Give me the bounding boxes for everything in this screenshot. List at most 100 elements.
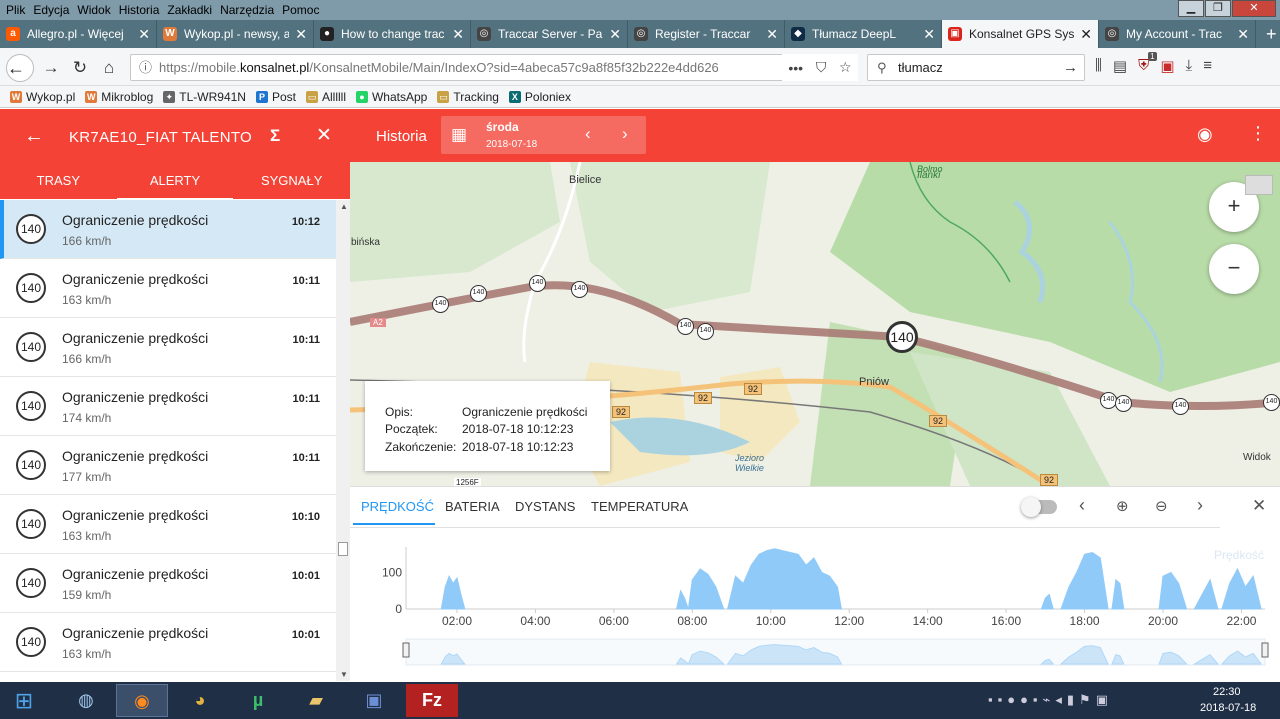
hamburger-menu-icon[interactable]: ≡ [1203,57,1212,75]
bookmark-item[interactable]: ● WhatsApp [355,90,427,104]
calendar-icon[interactable]: ▦ [451,125,467,145]
new-tab-button[interactable]: + [1256,20,1277,48]
close-tab-icon[interactable]: ✕ [295,26,307,43]
bookmark-star-icon[interactable]: ☆ [839,59,852,76]
navigator-left-handle[interactable] [402,642,410,658]
maximize-button[interactable]: ❐ [1205,0,1231,17]
bookmark-item[interactable]: ▭ Allllll [305,90,346,104]
menu-item[interactable]: Widok [77,3,110,17]
taskbar-app-icon[interactable]: ◍ [60,684,112,717]
speed-marker-main[interactable]: 140 [886,321,918,353]
close-tab-icon[interactable]: ✕ [452,26,464,43]
speed-marker[interactable]: 140 [1172,398,1189,415]
bookmark-item[interactable]: W Wykop.pl [10,90,75,104]
back-arrow-icon[interactable]: ← [24,125,44,148]
sidebar-icon[interactable]: ▤ [1113,57,1127,75]
scroll-up-icon[interactable]: ▲ [340,202,348,211]
pocket-icon[interactable]: ⛉ [816,59,827,76]
next-day-icon[interactable]: › [622,124,628,144]
close-tab-icon[interactable]: ✕ [609,26,621,43]
speed-marker[interactable]: 140 [697,323,714,340]
tab-alerty[interactable]: ALERTY [116,170,234,200]
speed-marker[interactable]: 140 [432,296,449,313]
menu-item[interactable]: Historia [119,3,160,17]
browser-tab[interactable]: ▣ Konsalnet GPS Syst ✕ [942,20,1099,48]
save-taskbar-icon[interactable]: ▣ [348,684,400,717]
scroll-thumb[interactable] [338,542,348,556]
menu-item[interactable]: Zakładki [167,3,212,17]
bookmark-item[interactable]: ▭ Tracking [437,90,499,104]
close-tab-icon[interactable]: ✕ [923,26,935,43]
list-scrollbar[interactable] [336,200,350,681]
close-window-button[interactable]: ✕ [1232,0,1276,17]
search-go-icon[interactable]: → [1063,55,1078,80]
speed-marker[interactable]: 140 [1263,394,1280,411]
search-input[interactable]: ⚲ tłumacz → [867,54,1085,81]
download-icon[interactable]: ⤓ [1186,57,1193,75]
bookmark-item[interactable]: P Post [255,90,296,104]
menu-item[interactable]: Edycja [33,3,69,17]
close-tab-icon[interactable]: ✕ [1080,26,1092,43]
speed-marker[interactable]: 140 [571,281,588,298]
reload-button[interactable]: ↻ [68,57,92,79]
bookmark-item[interactable]: W Mikroblog [85,90,153,104]
browser-tab[interactable]: ● How to change trac ✕ [314,20,471,48]
browser-tab[interactable]: a Allegro.pl - Więcej ✕ [0,20,157,48]
ublock-icon[interactable]: ⛨ 1 [1138,52,1157,75]
utorrent-taskbar-icon[interactable]: µ [232,684,284,717]
browser-tab[interactable]: ◎ Traccar Server - Pa ✕ [471,20,628,48]
close-tab-icon[interactable]: ✕ [766,26,778,43]
date-picker[interactable]: ▦ środa 2018-07-18 ‹ › [441,116,646,154]
browser-tab[interactable]: W Wykop.pl - newsy, a ✕ [157,20,314,48]
tab-trasy[interactable]: TRASY [0,170,117,200]
scroll-down-icon[interactable]: ▼ [340,670,348,679]
fingerprint-icon[interactable]: ◉ [1197,124,1213,145]
tab-sygnaly[interactable]: SYGNAŁY [233,170,350,200]
tray-icons[interactable]: ▪▪●●▪⌁◂▮⚑▣ [988,692,1113,708]
chrome-taskbar-icon[interactable]: ◕ [174,684,226,717]
more-vert-icon[interactable]: ⋮ [1249,123,1267,144]
forward-button[interactable]: → [39,57,63,79]
zoom-out-button[interactable]: − [1209,244,1259,294]
speed-marker[interactable]: 140 [529,275,546,292]
browser-tab[interactable]: ◎ My Account - Trac ✕ [1099,20,1256,48]
bookmark-item[interactable]: X Poloniex [508,90,571,104]
alert-row[interactable]: 140 Ograniczenie prędkości 177 km/h 10:11 [0,436,336,495]
close-tab-icon[interactable]: ✕ [138,26,150,43]
bookmark-item[interactable]: ✦ TL-WR941N [163,90,246,104]
speed-marker[interactable]: 140 [1115,395,1132,412]
url-bar[interactable]: ⓘ https://mobile.konsalnet.pl/KonsalnetM… [130,54,858,81]
navigator-right-handle[interactable] [1261,642,1269,658]
more-icon[interactable]: ••• [788,60,803,76]
prev-day-icon[interactable]: ‹ [585,124,591,144]
explorer-taskbar-icon[interactable]: ▰ [290,684,342,717]
alert-row[interactable]: 140 Ograniczenie prędkości 166 km/h 10:11 [0,318,336,377]
alert-row[interactable]: 140 Ograniczenie prędkości 163 km/h 10:11 [0,259,336,318]
home-icon[interactable]: ⌂ [97,57,121,79]
layers-icon[interactable] [1245,175,1273,195]
menu-item[interactable]: Narzędzia [220,3,274,17]
close-tab-icon[interactable]: ✕ [1237,26,1249,43]
navigator-window[interactable] [405,638,1266,666]
info-icon[interactable]: ⓘ [139,55,152,80]
library-icon[interactable]: ⫼ [1095,57,1102,75]
speed-marker[interactable]: 140 [470,285,487,302]
alert-row[interactable]: 140 Ograniczenie prędkości 166 km/h 10:12 [0,200,336,259]
alert-row[interactable]: 140 Ograniczenie prędkości 163 km/h 10:10 [0,495,336,554]
browser-tab[interactable]: ◆ Tłumacz DeepL ✕ [785,20,942,48]
extension-icon[interactable]: ▣ [1160,57,1174,75]
sum-icon[interactable]: Σ [270,126,280,146]
alert-row[interactable]: 140 Ograniczenie prędkości 159 km/h 10:01 [0,554,336,613]
firefox-taskbar-icon[interactable]: ◉ [116,684,168,717]
menu-item[interactable]: Plik [6,3,25,17]
filezilla-taskbar-icon[interactable]: Fz [406,684,458,717]
alert-row[interactable]: 140 Ograniczenie prędkości 174 km/h 10:11 [0,377,336,436]
start-button[interactable]: ⊞ [0,684,48,717]
menu-item[interactable]: Pomoc [282,3,319,17]
back-button[interactable]: ← [6,54,34,82]
speed-marker[interactable]: 140 [677,318,694,335]
close-panel-icon[interactable]: ✕ [316,124,332,147]
browser-tab[interactable]: ◎ Register - Traccar ✕ [628,20,785,48]
alert-row[interactable]: 140 Ograniczenie prędkości 163 km/h 10:01 [0,613,336,672]
minimize-button[interactable]: ▁ [1178,0,1204,17]
